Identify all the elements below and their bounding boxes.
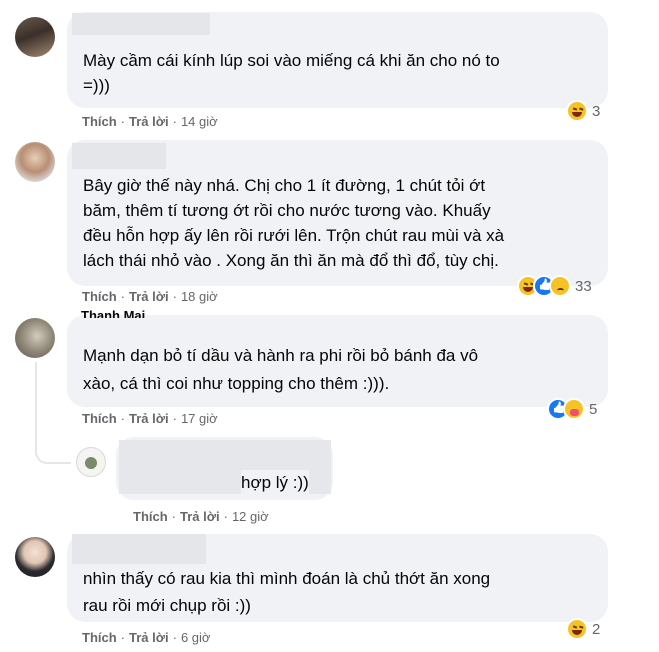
sad-icon (549, 275, 571, 297)
haha-icon (566, 100, 588, 122)
reaction-summary[interactable]: 2 (566, 617, 600, 641)
avatar[interactable] (15, 17, 55, 57)
reply-link[interactable]: Trả lời (129, 114, 169, 129)
like-link[interactable]: Thích (133, 509, 168, 524)
reply-link[interactable]: Trả lời (129, 289, 169, 304)
timestamp[interactable]: 18 giờ (181, 289, 218, 304)
comment-text: lách thái nhỏ vào . Xong ăn thì ăn mà đổ… (83, 251, 499, 270)
comment-actions: Thích · Trả lời · 6 giờ (82, 630, 211, 645)
avatar[interactable] (15, 318, 55, 358)
comment-text: rau rồi mới chụp rồi :)) (83, 596, 251, 615)
reaction-count: 33 (575, 277, 592, 295)
comment-actions: Thích · Trả lời · 17 giờ (82, 411, 218, 426)
care-icon (563, 398, 585, 420)
reaction-summary[interactable]: 5 (547, 397, 597, 421)
like-link[interactable]: Thích (82, 289, 117, 304)
timestamp[interactable]: 12 giờ (232, 509, 269, 524)
like-link[interactable]: Thích (82, 630, 117, 645)
comment-text: băm, thêm tí tương ớt rồi cho nước tương… (83, 201, 491, 220)
avatar[interactable] (76, 447, 106, 477)
comment-text: Mạnh dạn bỏ tí dầu và hành ra phi rồi bỏ… (83, 346, 479, 365)
comment-actions: Thích · Trả lời · 18 giờ (82, 289, 218, 304)
comment-text: Bây giờ thế này nhá. Chị cho 1 ít đường,… (83, 176, 486, 195)
comment-text: =))) (83, 76, 110, 95)
reaction-summary[interactable]: 33 (517, 274, 592, 298)
comment-text: hợp lý :)) (241, 470, 309, 495)
timestamp[interactable]: 14 giờ (181, 114, 218, 129)
reaction-summary[interactable]: 3 (566, 99, 600, 123)
timestamp[interactable]: 17 giờ (181, 411, 218, 426)
like-link[interactable]: Thích (82, 411, 117, 426)
comment-text: xào, cá thì coi như topping cho thêm :))… (83, 374, 390, 393)
comment-actions: Thích · Trả lời · 12 giờ (133, 509, 269, 524)
author-name[interactable]: Thanh Mai (81, 308, 145, 318)
like-link[interactable]: Thích (82, 114, 117, 129)
redacted-author-name (72, 143, 166, 169)
comment-text: đều hỗn hợp ấy lên rồi rưới lên. Trộn ch… (83, 226, 505, 245)
reply-link[interactable]: Trả lời (129, 630, 169, 645)
redacted-author-name (72, 534, 206, 564)
avatar[interactable] (15, 142, 55, 182)
haha-icon (566, 618, 588, 640)
reaction-count: 5 (589, 400, 598, 418)
reaction-count: 2 (592, 620, 601, 638)
comment-text: Mày cầm cái kính lúp soi vào miếng cá kh… (83, 51, 500, 70)
comment-text: nhìn thấy có rau kia thì mình đoán là ch… (83, 569, 491, 588)
redacted-author-name (72, 13, 210, 35)
timestamp[interactable]: 6 giờ (181, 630, 211, 645)
reply-link[interactable]: Trả lời (180, 509, 220, 524)
avatar[interactable] (15, 537, 55, 577)
reaction-count: 3 (592, 102, 601, 120)
comment-actions: Thích · Trả lời · 14 giờ (82, 114, 218, 129)
reply-thread-line (35, 362, 71, 464)
reply-link[interactable]: Trả lời (129, 411, 169, 426)
